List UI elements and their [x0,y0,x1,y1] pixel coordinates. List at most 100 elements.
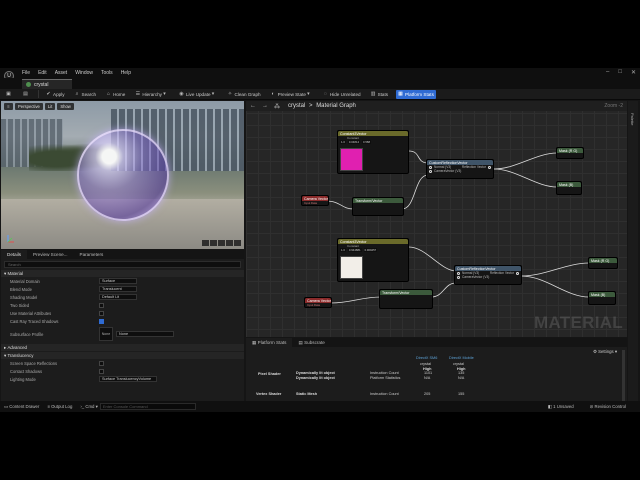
axis-gizmo-icon [7,235,14,243]
custom-reflection-vector-node[interactable]: CustomReflectionVector Normal (V3) Reflec… [454,265,522,285]
value-r[interactable]: 1.0 [340,140,346,144]
row-shading-model: Shading Model Default Lit [1,293,244,301]
node-title: Mask (R G) [557,148,583,153]
value-r[interactable]: 1.0 [340,248,346,252]
screen-space-reflections-checkbox[interactable] [99,360,104,366]
subsurface-profile-combo[interactable]: None [116,331,174,337]
platform-stats-icon: ▦ [398,90,403,97]
console-command-input[interactable]: Enter Console Command [99,403,196,410]
menu-edit[interactable]: Edit [38,70,47,76]
section-translucency[interactable]: ▾ Translucency [1,352,244,359]
blend-mode-label: Blend Mode [10,286,32,292]
node-title: Mask (R G) [589,258,617,263]
tab-subscrate[interactable]: ▤ Subscrate [292,338,330,347]
home-button[interactable]: ⌂ Home [104,90,127,99]
cast-ray-traced-shadows-checkbox[interactable] [99,318,104,324]
close-icon[interactable]: ✕ [631,69,636,76]
preview-state-button[interactable]: ◐ Preview State ▾ [269,90,315,99]
cube-icon[interactable] [226,240,233,246]
stats-scrollbar[interactable] [622,350,625,408]
hierarchy-button[interactable]: ☰ Hierarchy ▾ [133,90,171,99]
content-drawer-button[interactable]: ▭ Content Drawer [4,404,39,410]
pin-camera-vector[interactable]: CameraVector (V3) [455,275,521,279]
show-button[interactable]: Show [57,103,74,110]
output-log-button[interactable]: ≡ Output Log [47,404,72,409]
lit-button[interactable]: Lit [44,103,56,110]
use-material-attributes-checkbox[interactable] [99,310,104,316]
screen-space-reflections-label: Screen Space Reflections [10,360,58,366]
menu-file[interactable]: File [22,70,30,76]
tab-platform-stats[interactable]: ▦ Platform Stats [246,338,293,347]
material-graph[interactable]: ← → ⁂ crystal > Material Graph Zoom -2 C… [246,101,627,337]
material-domain-combo[interactable]: Surface [99,278,137,284]
sphere-icon[interactable] [210,240,217,246]
minimize-icon[interactable]: – [606,69,609,76]
tab-details[interactable]: Details [1,250,28,259]
settings-button[interactable]: ⚙ Settings ▾ [593,349,617,355]
chevron-down-icon: ▾ [211,90,215,97]
viewport-menu-button[interactable]: ≡ [4,103,13,110]
value-mobile: 155 [458,392,465,396]
output-log-label: Output Log [51,404,73,409]
tab-platform-stats-label: Platform Stats [257,340,287,345]
maximize-icon[interactable]: □ [618,69,622,76]
contact-shadows-checkbox[interactable] [99,368,104,374]
row-contact-shadows: Contact Shadows [1,367,244,375]
lighting-mode-combo[interactable]: Surface TranslucencyVolume [99,376,157,382]
stats-button[interactable]: ▥ Stats [369,90,390,99]
section-advanced[interactable]: ▸ Advanced [1,344,244,351]
tab-subscrate-label: Subscrate [304,340,325,345]
two-sided-checkbox[interactable] [99,302,104,308]
value-g[interactable]: 0.944881 [347,248,362,252]
transform-vector-node[interactable]: Transform/Vector [352,197,404,216]
blend-mode-combo[interactable]: Translucent [99,286,137,292]
constant3vector-node[interactable]: Constant3Vector Constant 1.0 0.944881 0.… [337,238,409,282]
tab-preview-scene[interactable]: Preview Scene... [27,250,73,259]
live-update-button[interactable]: ◉ Live Update ▾ [177,90,220,99]
vertex-shader-line: Static Mesh [296,392,318,396]
tab-crystal[interactable]: crystal [22,79,72,89]
menu-window[interactable]: Window [75,70,93,76]
value-g[interactable]: 0.04814 [347,140,361,144]
perspective-button[interactable]: Perspective [15,103,43,110]
shading-model-combo[interactable]: Default Lit [99,294,137,300]
plane-icon[interactable] [218,240,225,246]
preview-viewport[interactable]: ≡ Perspective Lit Show [1,101,244,249]
hide-unrelated-label: Hide Unrelated [329,91,361,97]
transform-vector-node[interactable]: Transform/Vector [379,289,433,309]
palette-panel[interactable]: Palette [628,101,638,412]
apply-button[interactable]: ✔ Apply [44,90,67,99]
component-mask-node[interactable]: Mask (R G) [556,147,584,159]
row-blend-mode: Blend Mode Translucent [1,285,244,293]
save-button[interactable]: ▣ [4,90,15,99]
constant3vector-node[interactable]: Constant3Vector Constant 1.0 0.04814 0.5… [337,130,409,174]
revision-control-button[interactable]: ⊘ Revision Control [590,404,626,410]
camera-vector-node[interactable]: Camera Vector Input Data [301,195,329,206]
custom-reflection-vector-node[interactable]: CustomReflectionVector Normal (V3) Reflec… [426,159,494,179]
menu-asset[interactable]: Asset [55,70,68,76]
tab-parameters[interactable]: Parameters [74,250,110,259]
camera-vector-node[interactable]: Camera Vector Input Data [304,297,332,308]
menu-help[interactable]: Help [121,70,131,76]
teapot-icon[interactable] [234,240,241,246]
value-b[interactable]: 0.909457 [363,248,378,252]
hide-unrelated-button[interactable]: ◌ Hide Unrelated [321,90,363,99]
search-button[interactable]: ⌕ Search [73,90,99,99]
clean-graph-button[interactable]: ✧ Clean Graph [226,90,263,99]
row-two-sided: Two Sided [1,301,244,309]
unsaved-button[interactable]: ◧ 1 Unsaved [548,404,574,410]
cylinder-icon[interactable] [202,240,209,246]
pin-camera-vector[interactable]: CameraVector (V3) [427,169,493,173]
section-material[interactable]: ▾ Material [1,270,244,277]
subsurface-thumbnail[interactable]: None [99,327,113,341]
browse-button[interactable]: ▤ [21,90,32,99]
cmd-button[interactable]: ›_ Cmd ▾ Enter Console Command [80,403,196,410]
component-mask-node[interactable]: Mask (B) [556,181,582,195]
component-mask-node[interactable]: Mask (R G) [588,257,618,269]
component-mask-node[interactable]: Mask (B) [588,291,616,305]
platform-stats-button[interactable]: ▦ Platform Stats [396,89,436,99]
asset-name-mobile: crystal [453,362,464,366]
value-b[interactable]: 0.588 [362,140,372,144]
details-search-input[interactable]: Search [4,261,241,268]
menu-tools[interactable]: Tools [101,70,113,76]
